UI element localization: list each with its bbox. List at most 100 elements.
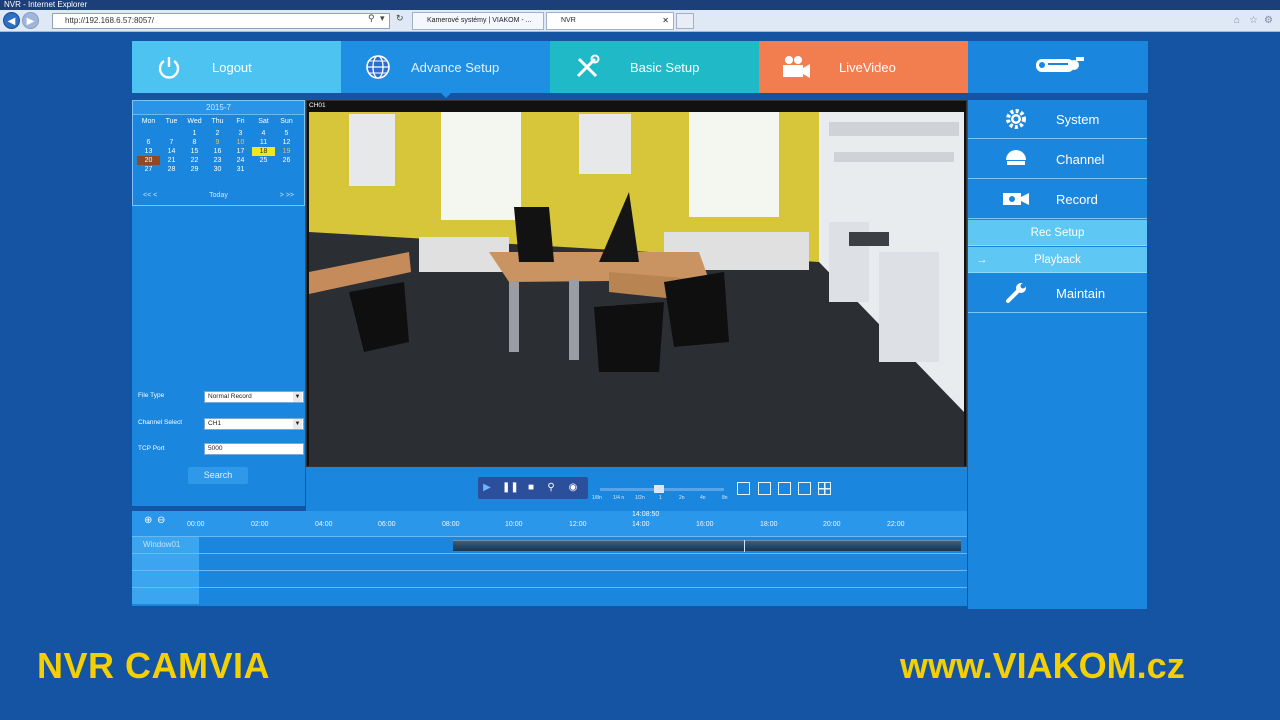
back-icon[interactable]: ◀ — [3, 12, 20, 29]
refresh-icon[interactable]: ↻ — [396, 13, 404, 24]
calendar-day[interactable]: 7 — [160, 138, 183, 147]
hour-tick: 18:00 — [760, 521, 778, 528]
calendar-day-today[interactable]: 20 — [137, 156, 160, 165]
home-icon[interactable]: ⌂ — [1234, 15, 1240, 26]
channel-select[interactable]: CH1 ▼ — [204, 418, 304, 430]
prev-month-button[interactable]: << < — [143, 190, 157, 202]
calendar-day[interactable]: 4 — [252, 129, 275, 138]
search-button[interactable]: Search — [188, 467, 248, 484]
calendar-day[interactable]: 8 — [183, 138, 206, 147]
logout-button[interactable]: Logout — [132, 41, 341, 93]
calendar-week: 13 14 15 16 17 18 19 — [137, 147, 303, 156]
advance-setup-button[interactable]: Advance Setup — [341, 41, 550, 93]
weekday: Tue — [165, 118, 178, 125]
search-icon[interactable]: ⚲ — [368, 13, 375, 24]
calendar-day-selected[interactable]: 18 — [252, 147, 275, 156]
window-slot — [132, 588, 199, 604]
hour-tick: 22:00 — [887, 521, 905, 528]
calendar-day[interactable] — [252, 165, 275, 174]
close-icon[interactable]: ✕ — [662, 13, 669, 29]
calendar-day[interactable]: 21 — [160, 156, 183, 165]
calendar-day[interactable]: 13 — [137, 147, 160, 156]
menu-maintain[interactable]: Maintain — [968, 274, 1147, 313]
tcp-port-field[interactable]: 5000 — [204, 443, 304, 455]
calendar-day[interactable]: 6 — [137, 138, 160, 147]
download-icon[interactable] — [778, 482, 791, 495]
window-title: NVR - Internet Explorer — [0, 0, 1280, 10]
today-button[interactable]: Today — [209, 192, 228, 199]
camera-feed-image — [309, 112, 964, 466]
dropdown-icon[interactable]: ▾ — [380, 13, 385, 24]
calendar-day[interactable]: 25 — [252, 156, 275, 165]
calendar-day[interactable]: 2 — [206, 129, 229, 138]
calendar-day[interactable]: 15 — [183, 147, 206, 156]
calendar-day[interactable]: 14 — [160, 147, 183, 156]
live-video-button[interactable]: LiveVideo — [759, 41, 968, 93]
menu-system[interactable]: System — [968, 100, 1147, 139]
basic-setup-button[interactable]: Basic Setup — [550, 41, 759, 93]
menu-playback[interactable]: → Playback — [968, 247, 1147, 273]
menu-channel[interactable]: Channel — [968, 140, 1147, 179]
speed-label: 1/8n — [592, 495, 602, 501]
calendar-day[interactable] — [137, 129, 160, 138]
stop-icon[interactable]: ■ — [524, 481, 538, 495]
pause-icon[interactable]: ❚❚ — [502, 481, 519, 495]
calendar-day[interactable] — [160, 129, 183, 138]
forward-icon[interactable]: ▶ — [22, 12, 39, 29]
calendar-day[interactable]: 22 — [183, 156, 206, 165]
close-all-icon[interactable] — [737, 482, 750, 495]
fullscreen-icon[interactable] — [758, 482, 771, 495]
new-tab-button[interactable] — [676, 13, 694, 29]
menu-rec-setup[interactable]: Rec Setup — [968, 220, 1147, 246]
favorites-icon[interactable]: ☆ — [1249, 15, 1258, 26]
weekday: Sun — [280, 118, 293, 125]
calendar-day[interactable]: 3 — [229, 129, 252, 138]
calendar-day[interactable]: 27 — [137, 165, 160, 174]
zoom-icon[interactable]: ⚲ — [544, 481, 558, 495]
calendar-day[interactable]: 24 — [229, 156, 252, 165]
tab-viakom[interactable]: Kamerové systémy | VIAKOM - ... — [412, 12, 544, 30]
calendar-day[interactable]: 26 — [275, 156, 298, 165]
snapshot-icon[interactable]: ◉ — [566, 481, 580, 495]
calendar-day[interactable]: 30 — [206, 165, 229, 174]
play-icon[interactable]: ▶ — [480, 481, 494, 495]
hour-tick: 08:00 — [442, 521, 460, 528]
speed-slider-thumb[interactable] — [654, 485, 664, 493]
hour-tick: 02:00 — [251, 521, 269, 528]
file-type-select[interactable]: Normal Record ▼ — [204, 391, 304, 403]
timeline[interactable]: ⊕ ⊖ 00:00 02:00 04:00 06:00 08:00 10:00 … — [132, 511, 967, 606]
hour-tick: 16:00 — [696, 521, 714, 528]
weekday: Sat — [258, 118, 269, 125]
address-bar[interactable]: http://192.168.6.57:8057/ — [52, 13, 390, 29]
calendar-day[interactable]: 12 — [275, 138, 298, 147]
calendar-week: 1 2 3 4 5 — [137, 129, 303, 138]
calendar-day[interactable]: 17 — [229, 147, 252, 156]
playhead[interactable] — [744, 540, 745, 552]
zoom-in-icon[interactable]: ⊕ — [144, 515, 152, 526]
calendar-day[interactable]: 1 — [183, 129, 206, 138]
calendar-day[interactable]: 10 — [229, 138, 252, 147]
calendar-day[interactable]: 5 — [275, 129, 298, 138]
window-slot — [132, 571, 199, 587]
calendar-day[interactable]: 28 — [160, 165, 183, 174]
calendar-day[interactable]: 23 — [206, 156, 229, 165]
calendar-day[interactable]: 19 — [275, 147, 298, 156]
quad-view-icon[interactable] — [818, 482, 831, 495]
zoom-out-icon[interactable]: ⊖ — [157, 515, 165, 526]
next-month-button[interactable]: > >> — [280, 190, 294, 202]
calendar-day[interactable]: 31 — [229, 165, 252, 174]
calendar-day[interactable] — [275, 165, 298, 174]
weekday: Wed — [187, 118, 202, 125]
calendar-day[interactable]: 11 — [252, 138, 275, 147]
gear-icon[interactable]: ⚙ — [1264, 15, 1273, 26]
tab-nvr[interactable]: NVR ✕ — [546, 12, 674, 30]
calendar-day[interactable]: 9 — [206, 138, 229, 147]
recording-segment[interactable] — [453, 540, 961, 551]
single-view-icon[interactable] — [798, 482, 811, 495]
calendar-day[interactable]: 16 — [206, 147, 229, 156]
calendar-day[interactable]: 29 — [183, 165, 206, 174]
video-player[interactable]: CH01 — [306, 100, 967, 467]
calendar-weekdays: Mon Tue Wed Thu Fri Sat Sun — [137, 117, 303, 126]
channel-value: CH1 — [208, 420, 222, 427]
menu-record[interactable]: Record — [968, 180, 1147, 219]
